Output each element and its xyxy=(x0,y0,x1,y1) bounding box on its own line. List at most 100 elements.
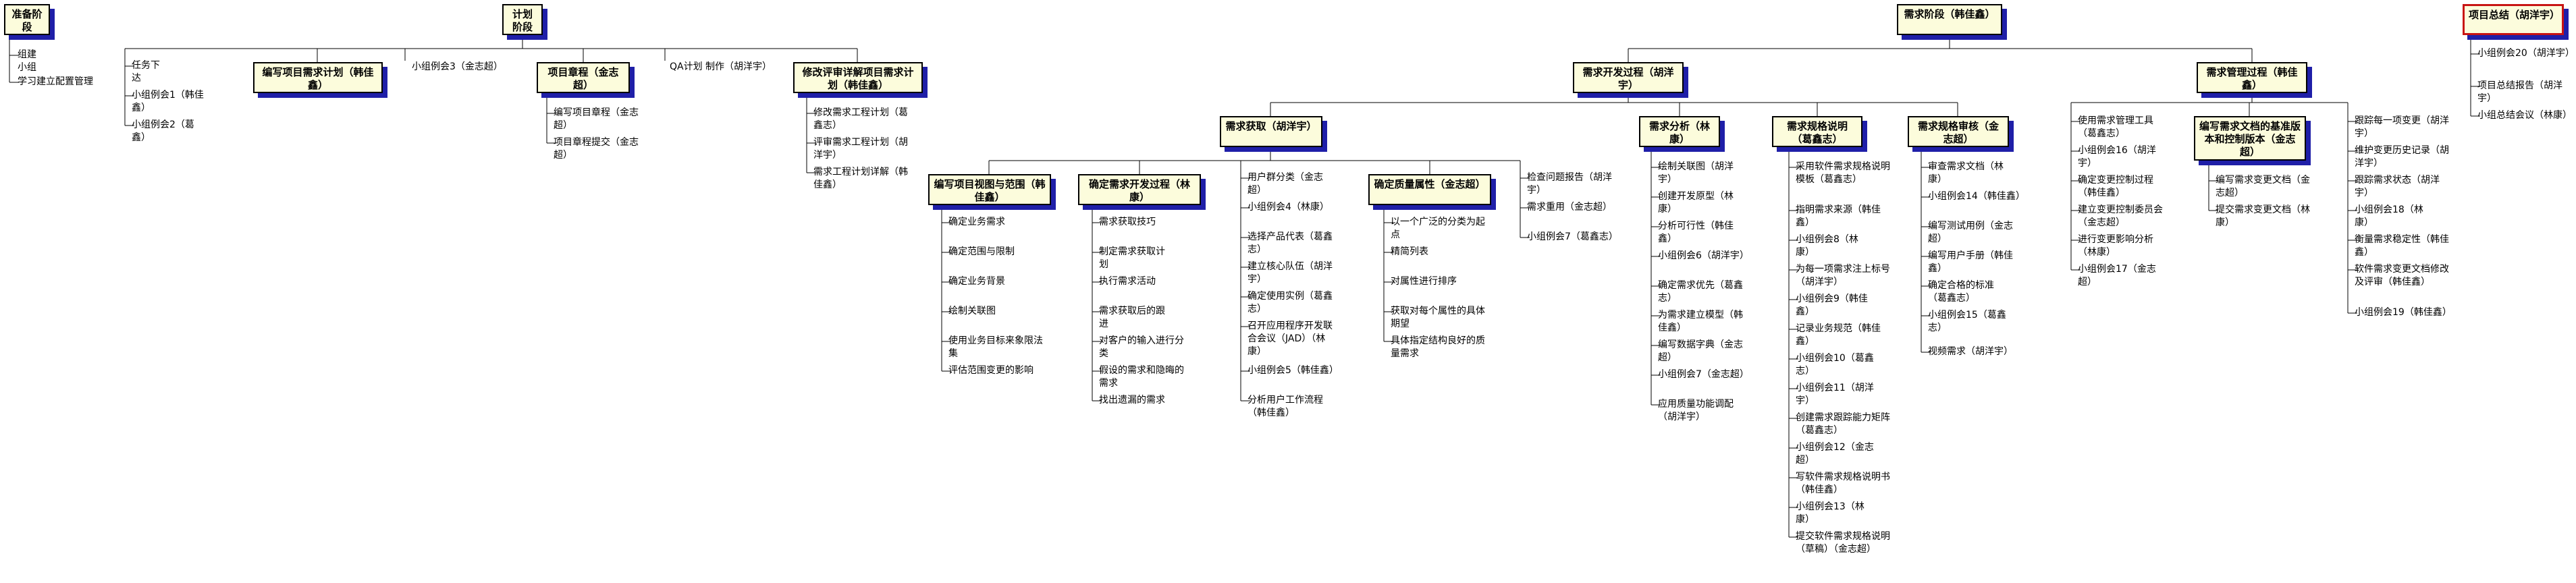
analysis-item: 应用质量功能调配（胡洋宇） xyxy=(1658,399,1734,422)
elicit-vision-scope[interactable]: 编写项目视图与范围（韩佳鑫） xyxy=(928,174,1051,205)
quality-item: 具体指定结构良好的质量需求 xyxy=(1391,335,1485,359)
userclass-item: 确定使用实例（葛鑫志） xyxy=(1247,291,1333,314)
mgmt-item: 使用需求管理工具（葛鑫志） xyxy=(2078,115,2153,139)
spec-item: 为每一项需求注上标号（胡洋宇） xyxy=(1796,264,1890,287)
review-spec-item: 小组例会14（韩佳鑫） xyxy=(1928,191,2025,202)
plan-requirements-plan[interactable]: 编写项目需求计划（韩佳鑫） xyxy=(253,62,383,93)
review-item: 评审需求工程计划（胡洋宇） xyxy=(813,137,908,161)
mgmt-item: 进行变更影响分析（林康） xyxy=(2078,234,2153,258)
analysis-item: 创建开发原型（林康） xyxy=(1658,191,1734,215)
userclass-item: 建立核心队伍（胡洋宇） xyxy=(1247,261,1333,285)
track-item: 软件需求变更文档修改及评审（韩佳鑫） xyxy=(2355,264,2449,287)
mgmt-item: 小组例会17（金志超） xyxy=(2078,264,2156,287)
req-dev-process[interactable]: 需求开发过程（胡洋宇） xyxy=(1573,62,1684,93)
plan-qa-plan: QA计划 制作（胡洋宇） xyxy=(670,61,772,72)
track-item: 维护变更历史记录（胡洋宇） xyxy=(2355,145,2449,169)
userclass-item: 选择产品代表（葛鑫志） xyxy=(1247,231,1333,255)
elicit-dev-process[interactable]: 确定需求开发过程（林康） xyxy=(1078,174,1201,205)
track-item: 衡量需求稳定性（韩佳鑫） xyxy=(2355,234,2449,258)
problem-item: 需求重用（金志超） xyxy=(1527,202,1612,213)
analysis-item: 小组例会6（胡洋宇） xyxy=(1658,250,1749,261)
elicit-quality-attrs[interactable]: 确定质量属性（金志超） xyxy=(1368,174,1491,205)
track-item: 小组例会19（韩佳鑫） xyxy=(2355,307,2452,318)
summary-item: 小组例会20（胡洋宇） xyxy=(2477,48,2575,59)
userclass-item: 小组例会4（林康） xyxy=(1247,202,1329,213)
req-specification[interactable]: 需求规格说明（葛鑫志） xyxy=(1772,116,1862,147)
spec-item: 指明需求来源（韩佳鑫） xyxy=(1796,204,1881,228)
mgmt-item: 建立变更控制委员会（金志超） xyxy=(2078,204,2163,228)
baseline-item: 编写需求变更文档（金志超） xyxy=(2216,175,2310,198)
spec-item: 小组例会12（金志超） xyxy=(1796,442,1874,466)
review-spec-item: 确定合格的标准（葛鑫志） xyxy=(1928,280,1994,304)
prepare-item: 组建小组 xyxy=(18,49,36,73)
review-spec-item: 审查需求文档（林康） xyxy=(1928,161,2004,185)
vision-item: 确定业务背景 xyxy=(948,276,1005,287)
userclass-item: 分析用户工作流程（韩佳鑫） xyxy=(1247,395,1323,418)
devproc-item: 需求获取技巧 xyxy=(1099,217,1156,227)
spec-item: 创建需求跟踪能力矩阵（葛鑫志） xyxy=(1796,412,1890,436)
phase-prepare[interactable]: 准备阶段 xyxy=(4,4,50,35)
spec-item: 小组例会8（林康） xyxy=(1796,234,1858,258)
quality-item: 以一个广泛的分类为起点 xyxy=(1391,217,1485,240)
review-item: 修改需求工程计划（葛鑫志） xyxy=(813,107,908,131)
review-spec-item: 视频需求（胡洋宇） xyxy=(1928,346,2013,357)
req-mgmt-process[interactable]: 需求管理过程（韩佳鑫） xyxy=(2197,62,2307,93)
phase-plan[interactable]: 计划阶段 xyxy=(502,4,543,35)
review-spec-item: 编写用户手册（韩佳鑫） xyxy=(1928,250,2013,274)
userclass-item: 召开应用程序开发联合会议（JAD）（林康） xyxy=(1247,321,1333,357)
charter-item: 编写项目章程（金志超） xyxy=(554,107,639,131)
spec-item: 写软件需求规格说明书（韩佳鑫） xyxy=(1796,472,1890,495)
phase-summary[interactable]: 项目总结（胡洋宇） xyxy=(2463,4,2564,35)
plan-meeting-3: 小组例会3（金志超） xyxy=(412,61,503,72)
review-spec-item: 小组例会15（葛鑫志） xyxy=(1928,310,2006,333)
devproc-item: 找出遗漏的需求 xyxy=(1099,395,1165,406)
track-item: 小组例会18（林康） xyxy=(2355,204,2423,228)
plan-item: 任务下达 xyxy=(132,60,160,84)
mgmt-item: 小组例会16（胡洋宇） xyxy=(2078,145,2156,169)
spec-item: 小组例会13（林康） xyxy=(1796,501,1864,525)
plan-item: 小组例会1（韩佳鑫） xyxy=(132,90,204,113)
summary-item: 项目总结报告（胡洋宇） xyxy=(2477,80,2562,104)
track-change: 跟踪每一项变更（胡洋宇） xyxy=(2355,115,2449,139)
quality-item: 获取对每个属性的具体期望 xyxy=(1391,306,1485,329)
analysis-item: 确定需求优先（葛鑫志） xyxy=(1658,280,1743,304)
review-item: 需求工程计划详解（韩佳鑫） xyxy=(813,167,908,190)
track-item: 跟踪需求状态（胡洋宇） xyxy=(2355,175,2440,198)
review-spec-item: 编写测试用例（金志超） xyxy=(1928,221,2013,244)
req-spec-review[interactable]: 需求规格审核（金志超） xyxy=(1908,116,2009,147)
analysis-item: 绘制关联图（胡洋宇） xyxy=(1658,161,1734,185)
userclass-item: 小组例会5（韩佳鑫） xyxy=(1247,365,1339,376)
req-analysis[interactable]: 需求分析（林康） xyxy=(1639,116,1720,147)
prepare-item: 学习建立配置管理 xyxy=(18,76,93,87)
devproc-item: 对客户的输入进行分类 xyxy=(1099,335,1184,359)
charter-item: 项目章程提交（金志超） xyxy=(554,137,639,161)
analysis-item: 编写数据字典（金志超） xyxy=(1658,339,1743,363)
devproc-item: 需求获取后的跟进 xyxy=(1099,306,1165,329)
quality-item: 对属性进行排序 xyxy=(1391,276,1457,287)
vision-item: 确定范围与限制 xyxy=(948,246,1015,257)
spec-item: 小组例会11（胡洋宇） xyxy=(1796,383,1874,406)
quality-item: 精简列表 xyxy=(1391,246,1428,257)
devproc-item: 假设的需求和隐晦的需求 xyxy=(1099,365,1184,389)
devproc-item: 制定需求获取计划 xyxy=(1099,246,1165,270)
spec-item: 提交软件需求规格说明（草稿）（金志超） xyxy=(1796,531,1890,555)
spec-item: 记录业务规范（韩佳鑫） xyxy=(1796,323,1881,347)
vision-item: 确定业务需求 xyxy=(948,217,1005,227)
devproc-item: 执行需求活动 xyxy=(1099,276,1156,287)
spec-item: 采用软件需求规格说明模板（葛鑫志） xyxy=(1796,161,1890,185)
vision-item: 评估范围变更的影响 xyxy=(948,365,1034,376)
analysis-item: 为需求建立模型（韩佳鑫） xyxy=(1658,310,1743,333)
req-elicitation[interactable]: 需求获取（胡洋宇） xyxy=(1220,116,1322,147)
vision-item: 绘制关联图 xyxy=(948,306,996,316)
problem-report: 检查问题报告（胡洋宇） xyxy=(1527,172,1612,196)
analysis-item: 小组例会7（金志超） xyxy=(1658,369,1749,380)
plan-item: 小组例会2（葛鑫） xyxy=(132,119,194,143)
spec-item: 小组例会10（葛鑫志） xyxy=(1796,353,1874,377)
problem-item: 小组例会7（葛鑫志） xyxy=(1527,231,1618,242)
plan-review-plan[interactable]: 修改评审详解项目需求计划（韩佳鑫） xyxy=(793,62,923,93)
mgmt-item: 确定变更控制过程（韩佳鑫） xyxy=(2078,175,2153,198)
phase-requirements[interactable]: 需求阶段（韩佳鑫） xyxy=(1897,4,2002,35)
plan-project-charter[interactable]: 项目章程（金志超） xyxy=(537,62,630,93)
vision-item: 使用业务目标来象限法集 xyxy=(948,335,1043,359)
mgmt-baseline-doc[interactable]: 编写需求文档的基准版本和控制版本（金志超） xyxy=(2194,116,2306,161)
